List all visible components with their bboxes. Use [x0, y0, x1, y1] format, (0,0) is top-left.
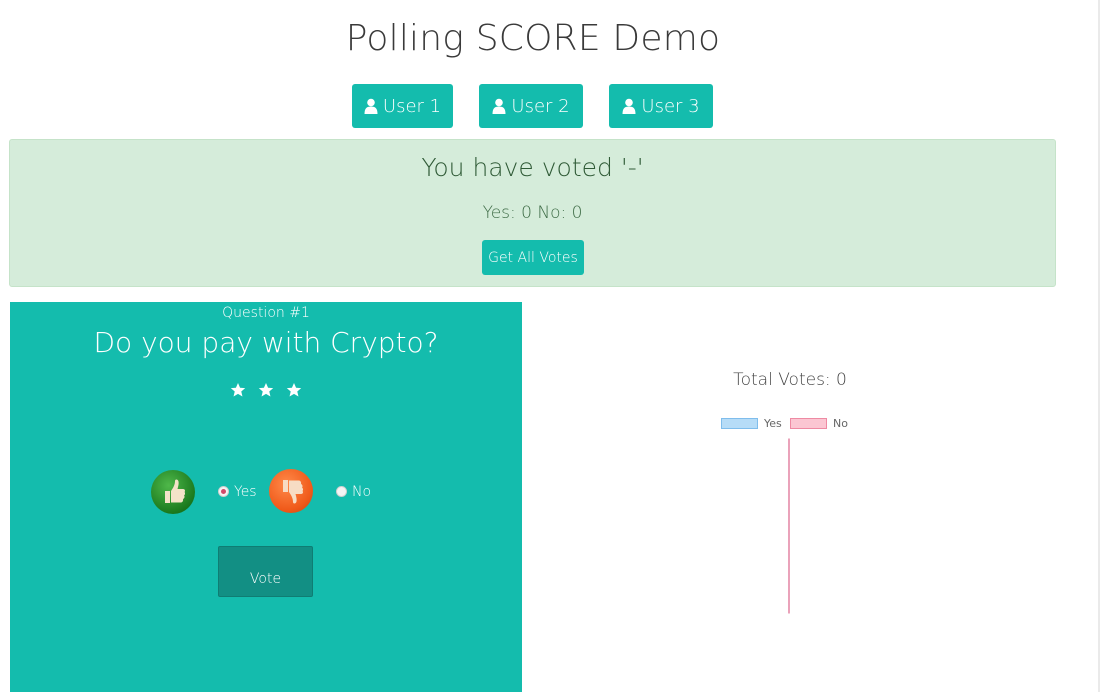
- user-3-button[interactable]: User 3: [609, 84, 713, 128]
- legend-swatch-no: [790, 417, 827, 429]
- user-1-button[interactable]: User 1: [352, 84, 453, 128]
- user-2-button[interactable]: User 2: [479, 84, 583, 128]
- legend-label-yes: Yes: [764, 416, 782, 430]
- page: Polling SCORE Demo User 1 User 2 User 3 …: [0, 0, 1100, 692]
- user-icon: [364, 98, 378, 114]
- thumbs-down-icon[interactable]: [269, 469, 313, 513]
- voted-status-text: You have voted '-': [421, 153, 644, 182]
- no-radio[interactable]: [336, 486, 347, 497]
- get-all-votes-button[interactable]: Get All Votes: [482, 240, 584, 275]
- question-number: Question #1: [222, 305, 310, 321]
- star-rating: [230, 382, 302, 402]
- star-icon: [230, 383, 246, 397]
- votes-pie-chart: [788, 438, 790, 614]
- yes-radio-label[interactable]: Yes: [234, 484, 257, 500]
- thumbs-up-icon[interactable]: [151, 470, 195, 514]
- star-icon: [286, 383, 302, 397]
- question-text: Do you pay with Crypto?: [93, 326, 439, 359]
- vote-status-alert: You have voted '-' Yes: 0 No: 0 Get All …: [9, 139, 1056, 287]
- star-icon: [258, 383, 274, 397]
- legend-swatch-yes: [721, 417, 758, 429]
- user-icon: [622, 98, 636, 114]
- user-3-label: User 3: [641, 95, 700, 117]
- question-panel: Question #1 Do you pay with Crypto? Yes …: [10, 302, 522, 692]
- legend-item-no[interactable]: No: [790, 416, 848, 430]
- user-icon: [492, 98, 506, 114]
- vote-button[interactable]: Vote: [218, 546, 313, 597]
- yes-radio[interactable]: [218, 486, 229, 497]
- legend-label-no: No: [833, 416, 848, 430]
- user-1-label: User 1: [382, 95, 442, 117]
- vote-counts-text: Yes: 0 No: 0: [482, 203, 583, 223]
- page-title: Polling SCORE Demo: [345, 18, 721, 59]
- legend-item-yes[interactable]: Yes: [721, 416, 782, 430]
- user-2-label: User 2: [511, 95, 570, 117]
- no-radio-label[interactable]: No: [352, 484, 371, 500]
- chart-title: Total Votes: 0: [733, 370, 847, 390]
